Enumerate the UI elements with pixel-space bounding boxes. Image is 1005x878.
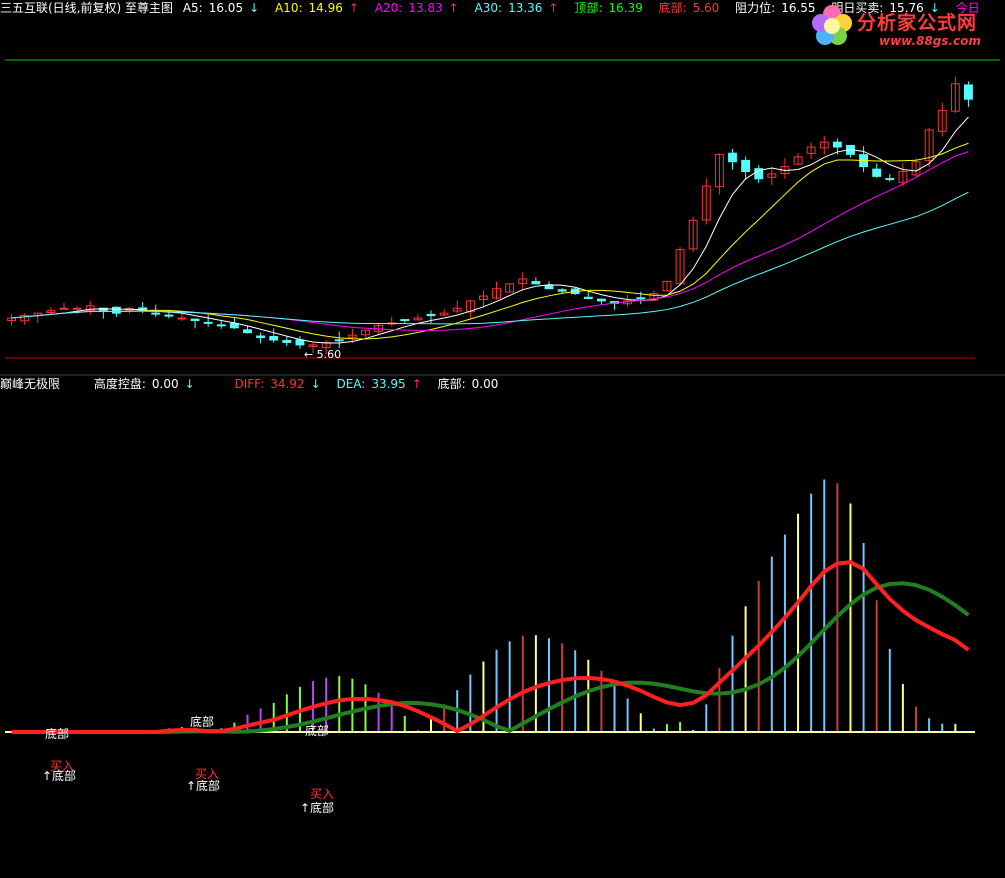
ma5-line xyxy=(11,116,969,344)
candle-body xyxy=(164,314,174,317)
candle-body xyxy=(203,321,213,324)
candle-body xyxy=(190,318,200,321)
candle-body xyxy=(334,339,344,342)
candle-body xyxy=(964,84,973,100)
candle-body xyxy=(282,339,292,343)
candle-body xyxy=(243,329,252,334)
ma10-line xyxy=(11,142,969,340)
candle-body xyxy=(872,168,882,177)
candle-body xyxy=(832,141,842,148)
candle-body xyxy=(426,313,436,317)
candle-body xyxy=(544,284,554,290)
candle-body xyxy=(229,322,239,329)
candle-body xyxy=(557,289,567,292)
candle-body xyxy=(177,317,187,320)
candle-body xyxy=(111,306,121,314)
candle-body xyxy=(151,312,161,315)
candle-body xyxy=(596,298,606,302)
candle-body xyxy=(72,307,82,310)
candle-body xyxy=(216,324,226,327)
chart-canvas: ← 5.60底部底部底部↑底部↑底部↑底部买入买入买入 xyxy=(0,59,1005,815)
candle-body xyxy=(295,339,305,346)
candle-body xyxy=(531,281,541,285)
candle-body xyxy=(59,307,69,310)
signal-marker: 底部 xyxy=(45,726,69,741)
signal-marker: ↑底部 xyxy=(300,800,334,815)
low-price-label: ← 5.60 xyxy=(304,348,341,361)
candle-body xyxy=(269,335,279,341)
candle-body xyxy=(583,296,593,299)
ma20-line xyxy=(11,151,969,331)
signal-marker: 买入 xyxy=(50,759,74,773)
signal-marker: 买入 xyxy=(310,787,334,801)
signal-marker: 买入 xyxy=(195,767,219,781)
candle-body xyxy=(741,159,751,172)
signal-marker: 底部 xyxy=(190,714,214,729)
signal-marker: 底部 xyxy=(305,723,329,738)
candle-body xyxy=(400,319,410,322)
candle-body xyxy=(636,297,646,300)
candle-body xyxy=(885,178,895,181)
candle-body xyxy=(728,152,737,163)
candle-body xyxy=(256,335,266,339)
